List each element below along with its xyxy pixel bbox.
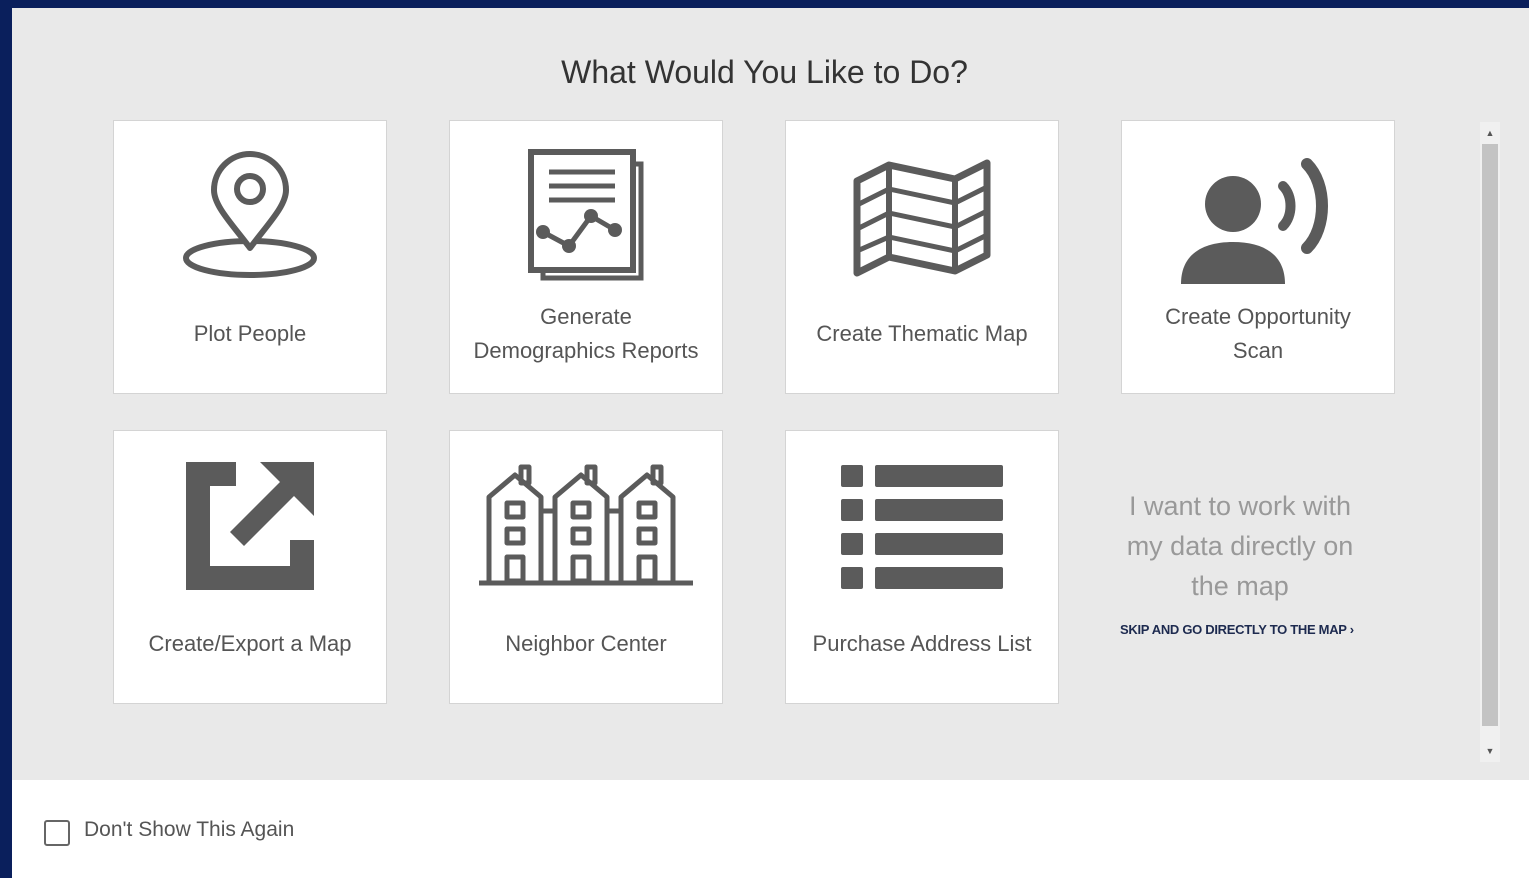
scroll-thumb[interactable] [1482,144,1498,726]
label-line-1: Generate [540,304,632,329]
message-line-2: my data directly on [1126,531,1354,561]
scrollbar[interactable]: ▲ ▼ [1480,122,1500,762]
export-map-label: Create/Export a Map [148,631,352,656]
person-broadcast-icon [1122,121,1394,311]
address-list-card[interactable]: Purchase Address List [785,430,1059,704]
scroll-up-arrow-icon[interactable]: ▲ [1480,124,1500,142]
label-line-1: Create Opportunity [1165,304,1351,329]
external-link-icon [114,431,386,621]
plot-people-card[interactable]: Plot People [113,120,387,394]
label-line-2: Demographics Reports [473,338,699,363]
address-list-label: Purchase Address List [812,631,1032,656]
list-icon [786,431,1058,621]
demographics-reports-label: Generate Demographics Reports [460,300,712,368]
demographics-reports-card[interactable]: Generate Demographics Reports [449,120,723,394]
thematic-map-label: Create Thematic Map [816,321,1028,346]
neighbor-center-label: Neighbor Center [505,631,667,656]
thematic-map-card[interactable]: Create Thematic Map [785,120,1059,394]
townhouses-icon [450,431,722,621]
opportunity-scan-card[interactable]: Create Opportunity Scan [1121,120,1395,394]
skip-to-map-link[interactable]: SKIP AND GO DIRECTLY TO THE MAP › [1120,622,1360,637]
map-pin-icon [114,121,386,311]
neighbor-center-card[interactable]: Neighbor Center [449,430,723,704]
scroll-down-arrow-icon[interactable]: ▼ [1480,742,1500,760]
dont-show-again-label[interactable]: Don't Show This Again [84,818,294,842]
export-map-card[interactable]: Create/Export a Map [113,430,387,704]
dont-show-again-checkbox[interactable] [44,820,70,846]
dialog-title: What Would You Like to Do? [561,54,968,90]
plot-people-label: Plot People [193,321,307,346]
opportunity-scan-label: Create Opportunity Scan [1132,300,1384,368]
message-line-3: the map [1191,571,1289,601]
skip-panel: I want to work with my data directly on … [1120,486,1360,637]
folded-map-icon [786,121,1058,311]
message-line-1: I want to work with [1128,491,1352,521]
skip-message: I want to work with my data directly on … [1120,486,1360,606]
dialog: What Would You Like to Do? Plot People G… [12,8,1529,878]
report-chart-icon [450,121,722,311]
label-line-2: Scan [1232,338,1284,363]
dialog-footer: Don't Show This Again [12,780,1529,878]
